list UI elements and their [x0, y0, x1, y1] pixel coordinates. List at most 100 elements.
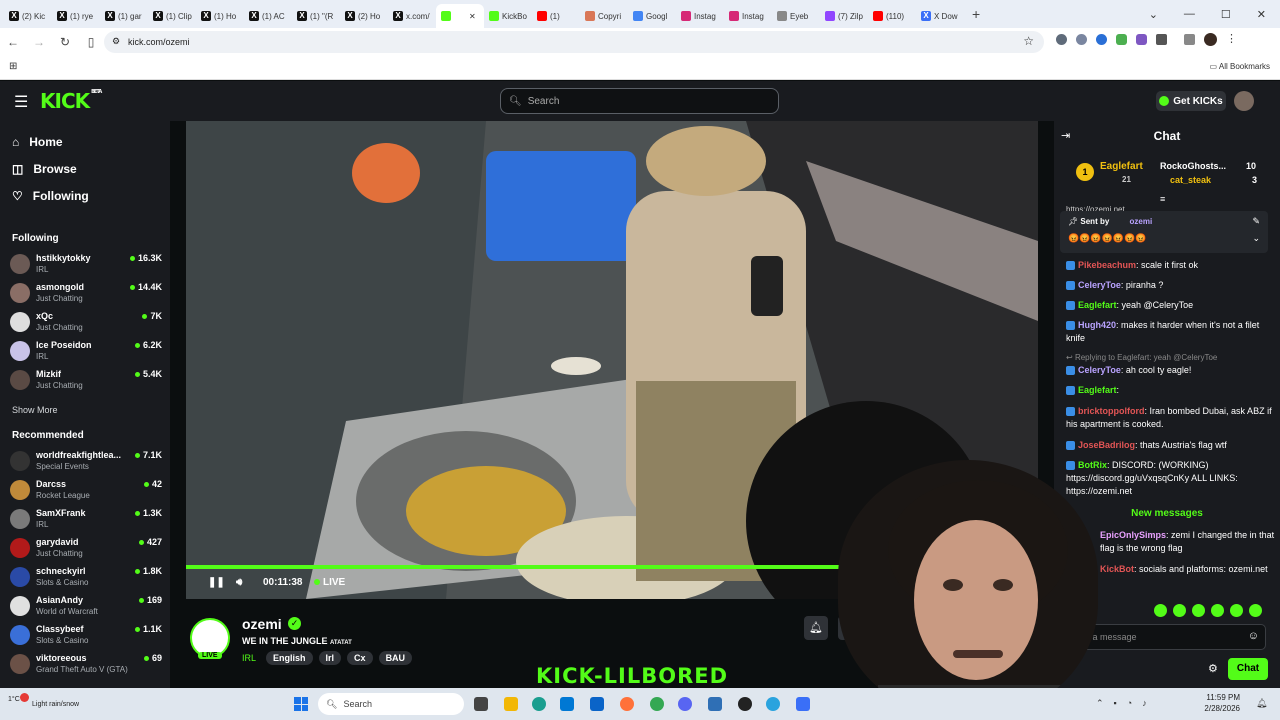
task-view-icon[interactable] — [474, 697, 488, 711]
notepad-icon[interactable] — [708, 697, 722, 711]
taskbar-search[interactable]: 🔍︎ Search — [318, 693, 464, 715]
browser-tab[interactable]: (1) — [532, 4, 580, 28]
sidebar-channel[interactable]: Classybeef Slots & Casino 1.1K — [10, 621, 162, 649]
send-chat-button[interactable]: Chat — [1228, 658, 1268, 680]
chat-username[interactable]: Hugh420 — [1078, 320, 1116, 330]
emote-icon[interactable] — [1192, 604, 1205, 617]
emote-icon[interactable] — [1230, 604, 1243, 617]
edge-icon[interactable] — [532, 697, 546, 711]
app-icon[interactable] — [796, 697, 810, 711]
nav-browse[interactable]: ◫ Browse — [12, 162, 77, 176]
start-button[interactable] — [294, 697, 308, 711]
browser-tab[interactable]: Eyeb — [772, 4, 820, 28]
sidebar-channel[interactable]: AsianAndy World of Warcraft 169 — [10, 592, 162, 620]
sidebar-channel[interactable]: Ice Poseidon IRL 6.2K — [10, 337, 162, 365]
browser-tab[interactable]: X (1) AC — [244, 4, 292, 28]
pause-icon[interactable]: ❚❚ — [208, 577, 225, 588]
user-avatar[interactable] — [1234, 91, 1254, 111]
sidebar-channel[interactable]: Mizkif Just Chatting 5.4K — [10, 366, 162, 394]
chat-message[interactable]: EpicOnlySimps: zemi I changed the in tha… — [1100, 529, 1278, 555]
reading-list-icon[interactable] — [1184, 34, 1195, 45]
sidebar-channel[interactable]: SamXFrank IRL 1.3K — [10, 505, 162, 533]
chat-message[interactable]: Eaglefart: — [1066, 384, 1278, 397]
emote-icon[interactable] — [1154, 604, 1167, 617]
nav-following[interactable]: ♡ Following — [12, 189, 89, 203]
chat-message[interactable]: Pikebeachum: scale it first ok — [1066, 259, 1278, 272]
browser-tab[interactable]: X (1) "(R — [292, 4, 340, 28]
stream-tag[interactable]: Irl — [318, 651, 342, 665]
chat-message[interactable]: JoseBadrilog: thats Austria's flag wtf — [1066, 439, 1278, 452]
leaderboard-name[interactable]: RockoGhosts... — [1160, 161, 1226, 171]
browser-tab[interactable]: Instag — [724, 4, 772, 28]
browser-tab[interactable]: X (1) Clip — [148, 4, 196, 28]
apps-grid-icon[interactable]: ⊞ — [9, 61, 17, 72]
chat-message[interactable]: bricktoppolford: Iran bombed Dubai, ask … — [1066, 405, 1278, 431]
chat-username[interactable]: Pikebeachum — [1078, 260, 1136, 270]
tray-app-icon[interactable]: ▪ — [1114, 698, 1117, 709]
stream-tag[interactable]: BAU — [378, 651, 413, 665]
extension-icon[interactable] — [1096, 34, 1107, 45]
address-bar[interactable]: ⚙ kick.com/ozemi ☆ — [104, 31, 1044, 53]
browser-tab[interactable]: ✕ — [436, 4, 484, 28]
chat-username[interactable]: BotRix — [1078, 460, 1107, 470]
hamburger-menu-icon[interactable]: ☰ — [14, 92, 28, 112]
chat-message[interactable]: Eaglefart: yeah @CeleryToe — [1066, 299, 1278, 312]
chat-message[interactable]: CeleryToe: piranha ? — [1066, 279, 1278, 292]
profile-avatar[interactable] — [1204, 33, 1217, 46]
bookmark-star-icon[interactable]: ☆ — [1023, 34, 1034, 48]
browser-tab[interactable]: X (1) gar — [100, 4, 148, 28]
browser-tab[interactable]: Googl — [628, 4, 676, 28]
outlook-icon[interactable] — [590, 697, 604, 711]
chat-username[interactable]: bricktoppolford — [1078, 406, 1145, 416]
browser-tab[interactable]: (7) Zilp — [820, 4, 868, 28]
chat-message[interactable]: KickBot: socials and platforms: ozemi.ne… — [1100, 563, 1278, 576]
weather-widget[interactable]: 1°C Light rain/snow — [8, 693, 79, 708]
reply-context[interactable]: ↩ Replying to Eaglefart: yeah @CeleryToe — [1066, 351, 1278, 364]
chat-username[interactable]: KickBot — [1100, 564, 1134, 574]
sidebar-channel[interactable]: hstikkytokky IRL 16.3K — [10, 250, 162, 278]
leaderboard-name[interactable]: Eaglefart — [1100, 161, 1143, 172]
chrome-icon[interactable] — [650, 697, 664, 711]
sidebar-channel[interactable]: xQc Just Chatting 7K — [10, 308, 162, 336]
chat-username[interactable]: EpicOnlySimps — [1100, 530, 1166, 540]
network-icon[interactable]: ◔ — [1127, 698, 1132, 709]
close-window-button[interactable]: ✕ — [1257, 8, 1266, 21]
site-info-icon[interactable]: ⚙ — [112, 36, 120, 47]
extensions-puzzle-icon[interactable] — [1156, 34, 1167, 45]
browser-tab[interactable]: Copyri — [580, 4, 628, 28]
emote-icon[interactable] — [1211, 604, 1224, 617]
store-icon[interactable] — [560, 697, 574, 711]
browser-tab[interactable]: Xx.com/ — [388, 4, 436, 28]
chat-message[interactable]: BotRix: DISCORD: (WORKING) https://disco… — [1066, 459, 1278, 498]
maximize-button[interactable]: ☐ — [1221, 8, 1231, 21]
extension-icon[interactable] — [1076, 34, 1087, 45]
chat-settings-gear-icon[interactable]: ⚙ — [1208, 662, 1218, 675]
leaderboard-name[interactable]: cat_steak — [1170, 175, 1211, 185]
minimize-button[interactable]: — — [1184, 8, 1195, 20]
extension-icon[interactable] — [1056, 34, 1067, 45]
chat-username[interactable]: CeleryToe — [1078, 365, 1121, 375]
sidebar-channel[interactable]: viktoreeous Grand Theft Auto V (GTA) 69 — [10, 650, 162, 678]
reload-icon[interactable]: ↻ — [52, 35, 78, 49]
extension-icon[interactable] — [1136, 34, 1147, 45]
stream-tag[interactable]: Cx — [347, 651, 373, 665]
sidebar-channel[interactable]: asmongold Just Chatting 14.4K — [10, 279, 162, 307]
emoji-picker-icon[interactable]: ☺ — [1248, 630, 1259, 642]
category-link[interactable]: IRL — [242, 653, 256, 663]
pinned-message[interactable]: 📌︎ Sent by ozemi 😡😡😡😡😡😡😡 ✎ ⌄ — [1060, 211, 1268, 253]
file-explorer-icon[interactable] — [504, 697, 518, 711]
sidebar-channel[interactable]: schneckyirl Slots & Casino 1.8K — [10, 563, 162, 591]
volume-icon[interactable]: 🔊︎ — [236, 577, 242, 588]
new-messages-divider[interactable]: New messages — [1054, 508, 1280, 519]
volume-tray-icon[interactable]: ♪ — [1142, 698, 1147, 709]
obs-icon[interactable] — [738, 697, 752, 711]
new-tab-button[interactable]: + — [972, 6, 980, 22]
browser-tab[interactable]: X (1) Ho — [196, 4, 244, 28]
discord-icon[interactable] — [678, 697, 692, 711]
emote-icon[interactable] — [1249, 604, 1262, 617]
expand-leaderboard-icon[interactable]: ≡ — [1160, 194, 1165, 204]
chat-message[interactable]: Hugh420: makes it harder when it's not a… — [1066, 319, 1278, 345]
chevron-down-icon[interactable]: ⌄ — [1252, 233, 1260, 244]
tray-chevron-icon[interactable]: ⌃ — [1096, 698, 1104, 709]
pinned-user[interactable]: ozemi — [1130, 217, 1153, 226]
